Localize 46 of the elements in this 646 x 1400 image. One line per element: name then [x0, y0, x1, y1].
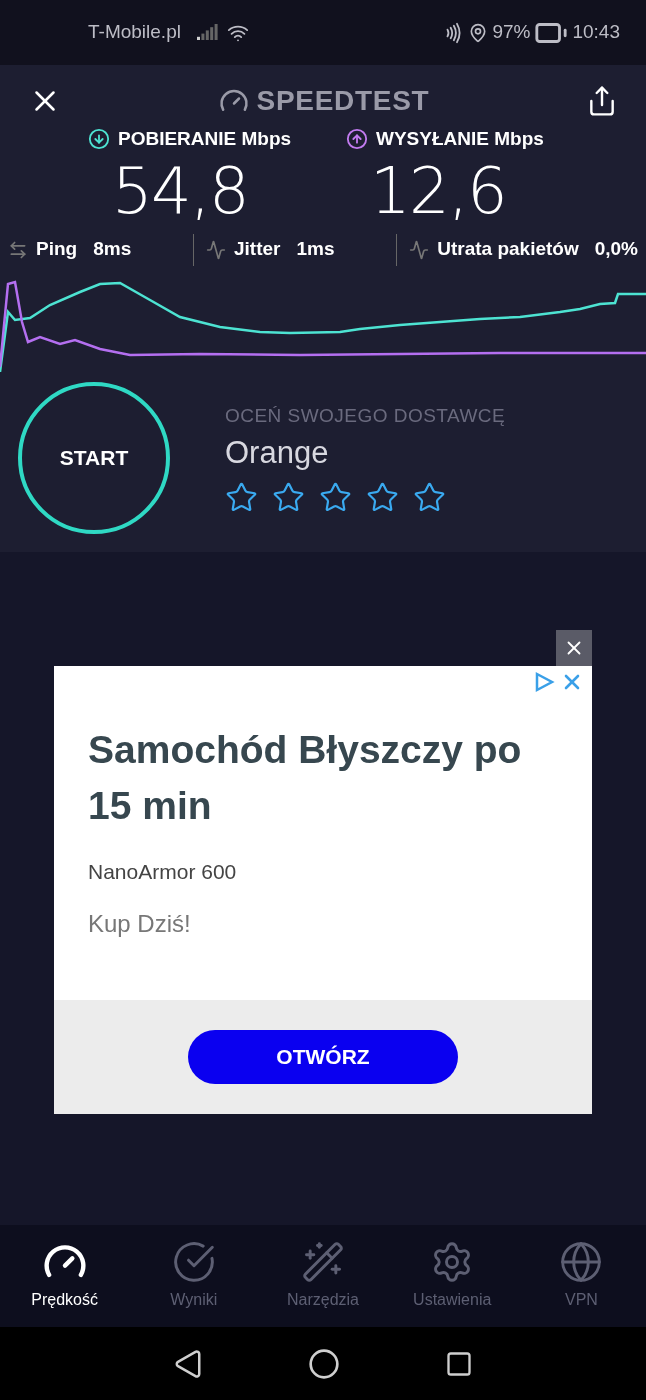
results-icon: [171, 1240, 216, 1284]
result-label: WYSYŁANIE Mbps: [376, 127, 544, 151]
metric-value: 1ms: [296, 237, 335, 262]
ad-tagline: Kup Dziś!: [88, 908, 192, 939]
metric-label: Ping: [36, 237, 78, 262]
metric-label: Utrata pakietów: [437, 237, 579, 262]
tools-icon: [301, 1240, 345, 1284]
star-icon[interactable]: [413, 480, 446, 514]
jitter-icon: [205, 239, 226, 260]
provider-name: Orange: [225, 434, 330, 472]
star-icon[interactable]: [319, 480, 352, 514]
result-value: 54,8: [111, 153, 250, 228]
open-button[interactable]: OTWÓRZ: [188, 1030, 458, 1084]
star-icon[interactable]: [366, 480, 399, 514]
metric-label: Jitter: [233, 237, 281, 262]
rating-prompt: OCEŃ SWOJEGO DOSTAWCĘ: [225, 403, 506, 428]
nav-tab[interactable]: Wyniki: [129, 1240, 259, 1312]
result-label: POBIERANIE Mbps: [118, 127, 292, 151]
back-button[interactable]: [173, 1348, 203, 1379]
back-icon: [173, 1348, 203, 1379]
loss-icon: [409, 239, 430, 260]
nav-tab[interactable]: Ustawienia: [387, 1240, 517, 1312]
recents-icon: [445, 1349, 473, 1378]
home-icon: [308, 1347, 340, 1380]
carrier-name: T-Mobile.pl: [88, 20, 181, 45]
app-title: SPEEDTEST: [256, 84, 430, 118]
battery-percent: 97%: [492, 20, 531, 45]
recents-button[interactable]: [445, 1349, 473, 1378]
star-icon[interactable]: [225, 480, 258, 514]
clock: 10:43: [572, 20, 620, 45]
nav-tab[interactable]: Prędkość: [0, 1240, 130, 1312]
home-button[interactable]: [308, 1347, 340, 1380]
nav-tab[interactable]: Narzędzia: [258, 1240, 388, 1312]
ad-product: NanoArmor 600: [88, 859, 238, 885]
upload-icon: [346, 128, 368, 151]
close-ad-button[interactable]: [556, 630, 592, 666]
ad-headline: Samochód Błyszczy po 15 min: [88, 727, 523, 829]
start-button[interactable]: START: [18, 381, 170, 534]
ping-icon: [8, 239, 28, 260]
signal-icon: [196, 23, 219, 42]
result-value: 12,6: [369, 153, 508, 228]
metric-value: 8ms: [93, 237, 132, 262]
download-icon: [88, 128, 110, 151]
star-icon[interactable]: [272, 480, 305, 514]
metric-value: 0,0%: [594, 237, 638, 262]
nav-tab[interactable]: VPN: [516, 1240, 646, 1312]
